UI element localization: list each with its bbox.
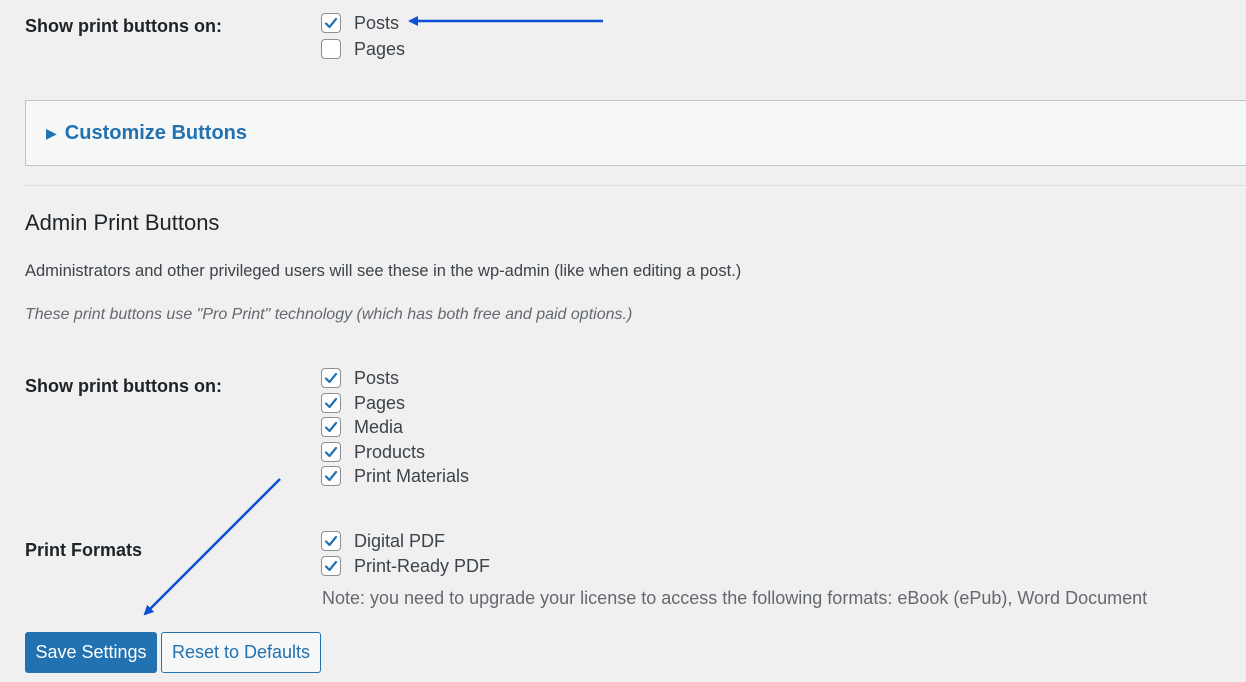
checkbox[interactable]: [321, 39, 341, 59]
checkmark-icon: [324, 372, 338, 384]
admin-option-posts[interactable]: Posts: [321, 366, 399, 390]
admin-option-print-materials[interactable]: Print Materials: [321, 464, 469, 488]
section-divider: [25, 185, 1246, 186]
print-formats-label: Print Formats: [25, 540, 143, 560]
checkbox[interactable]: [321, 531, 341, 551]
checkmark-icon: [324, 560, 338, 572]
checkbox[interactable]: [321, 442, 341, 462]
checkbox-label: Pages: [354, 38, 406, 59]
admin-section-title: Admin Print Buttons: [25, 210, 220, 235]
checkbox[interactable]: [321, 368, 341, 388]
admin-option-media[interactable]: Media: [321, 415, 403, 439]
formats-upgrade-note: Note: you need to upgrade your license t…: [322, 588, 1148, 608]
checkbox[interactable]: [321, 466, 341, 486]
checkbox-label: Media: [354, 416, 404, 437]
annotation-arrow-save: [143, 478, 281, 616]
customize-buttons-toggle[interactable]: ▶ Customize Buttons: [25, 100, 1246, 166]
checkbox[interactable]: [321, 556, 341, 576]
admin-section-note: These print buttons use "Pro Print" tech…: [25, 306, 633, 323]
checkbox-label: Digital PDF: [354, 530, 446, 551]
format-option-print-ready-pdf[interactable]: Print-Ready PDF: [321, 554, 490, 578]
frontend-show-on-label: Show print buttons on:: [25, 16, 222, 36]
checkbox-label: Pages: [354, 392, 406, 413]
frontend-option-pages[interactable]: Pages: [321, 37, 405, 61]
checkmark-icon: [324, 421, 338, 433]
checkbox-label: Posts: [354, 12, 400, 33]
checkbox[interactable]: [321, 393, 341, 413]
checkbox-label: Products: [354, 441, 426, 462]
checkbox-label: Print Materials: [354, 465, 470, 486]
checkmark-icon: [324, 470, 338, 482]
checkbox[interactable]: [321, 417, 341, 437]
checkmark-icon: [324, 535, 338, 547]
admin-show-on-label: Show print buttons on:: [25, 376, 222, 396]
reset-defaults-button[interactable]: Reset to Defaults: [161, 632, 321, 673]
expand-triangle-icon: ▶: [46, 124, 57, 141]
checkbox-label: Posts: [354, 367, 400, 388]
checkmark-icon: [324, 397, 338, 409]
admin-option-products[interactable]: Products: [321, 440, 425, 464]
save-settings-button[interactable]: Save Settings: [25, 632, 157, 673]
settings-page: Show print buttons on: Posts Pages ▶ Cus…: [0, 0, 1246, 682]
admin-section-description: Administrators and other privileged user…: [25, 262, 742, 280]
checkmark-icon: [324, 446, 338, 458]
customize-buttons-title: Customize Buttons: [64, 121, 247, 144]
frontend-option-posts[interactable]: Posts: [321, 11, 399, 35]
checkbox-label: Print-Ready PDF: [354, 555, 491, 576]
admin-option-pages[interactable]: Pages: [321, 391, 405, 415]
checkbox[interactable]: [321, 13, 341, 33]
format-option-digital-pdf[interactable]: Digital PDF: [321, 529, 445, 553]
checkmark-icon: [324, 17, 338, 29]
